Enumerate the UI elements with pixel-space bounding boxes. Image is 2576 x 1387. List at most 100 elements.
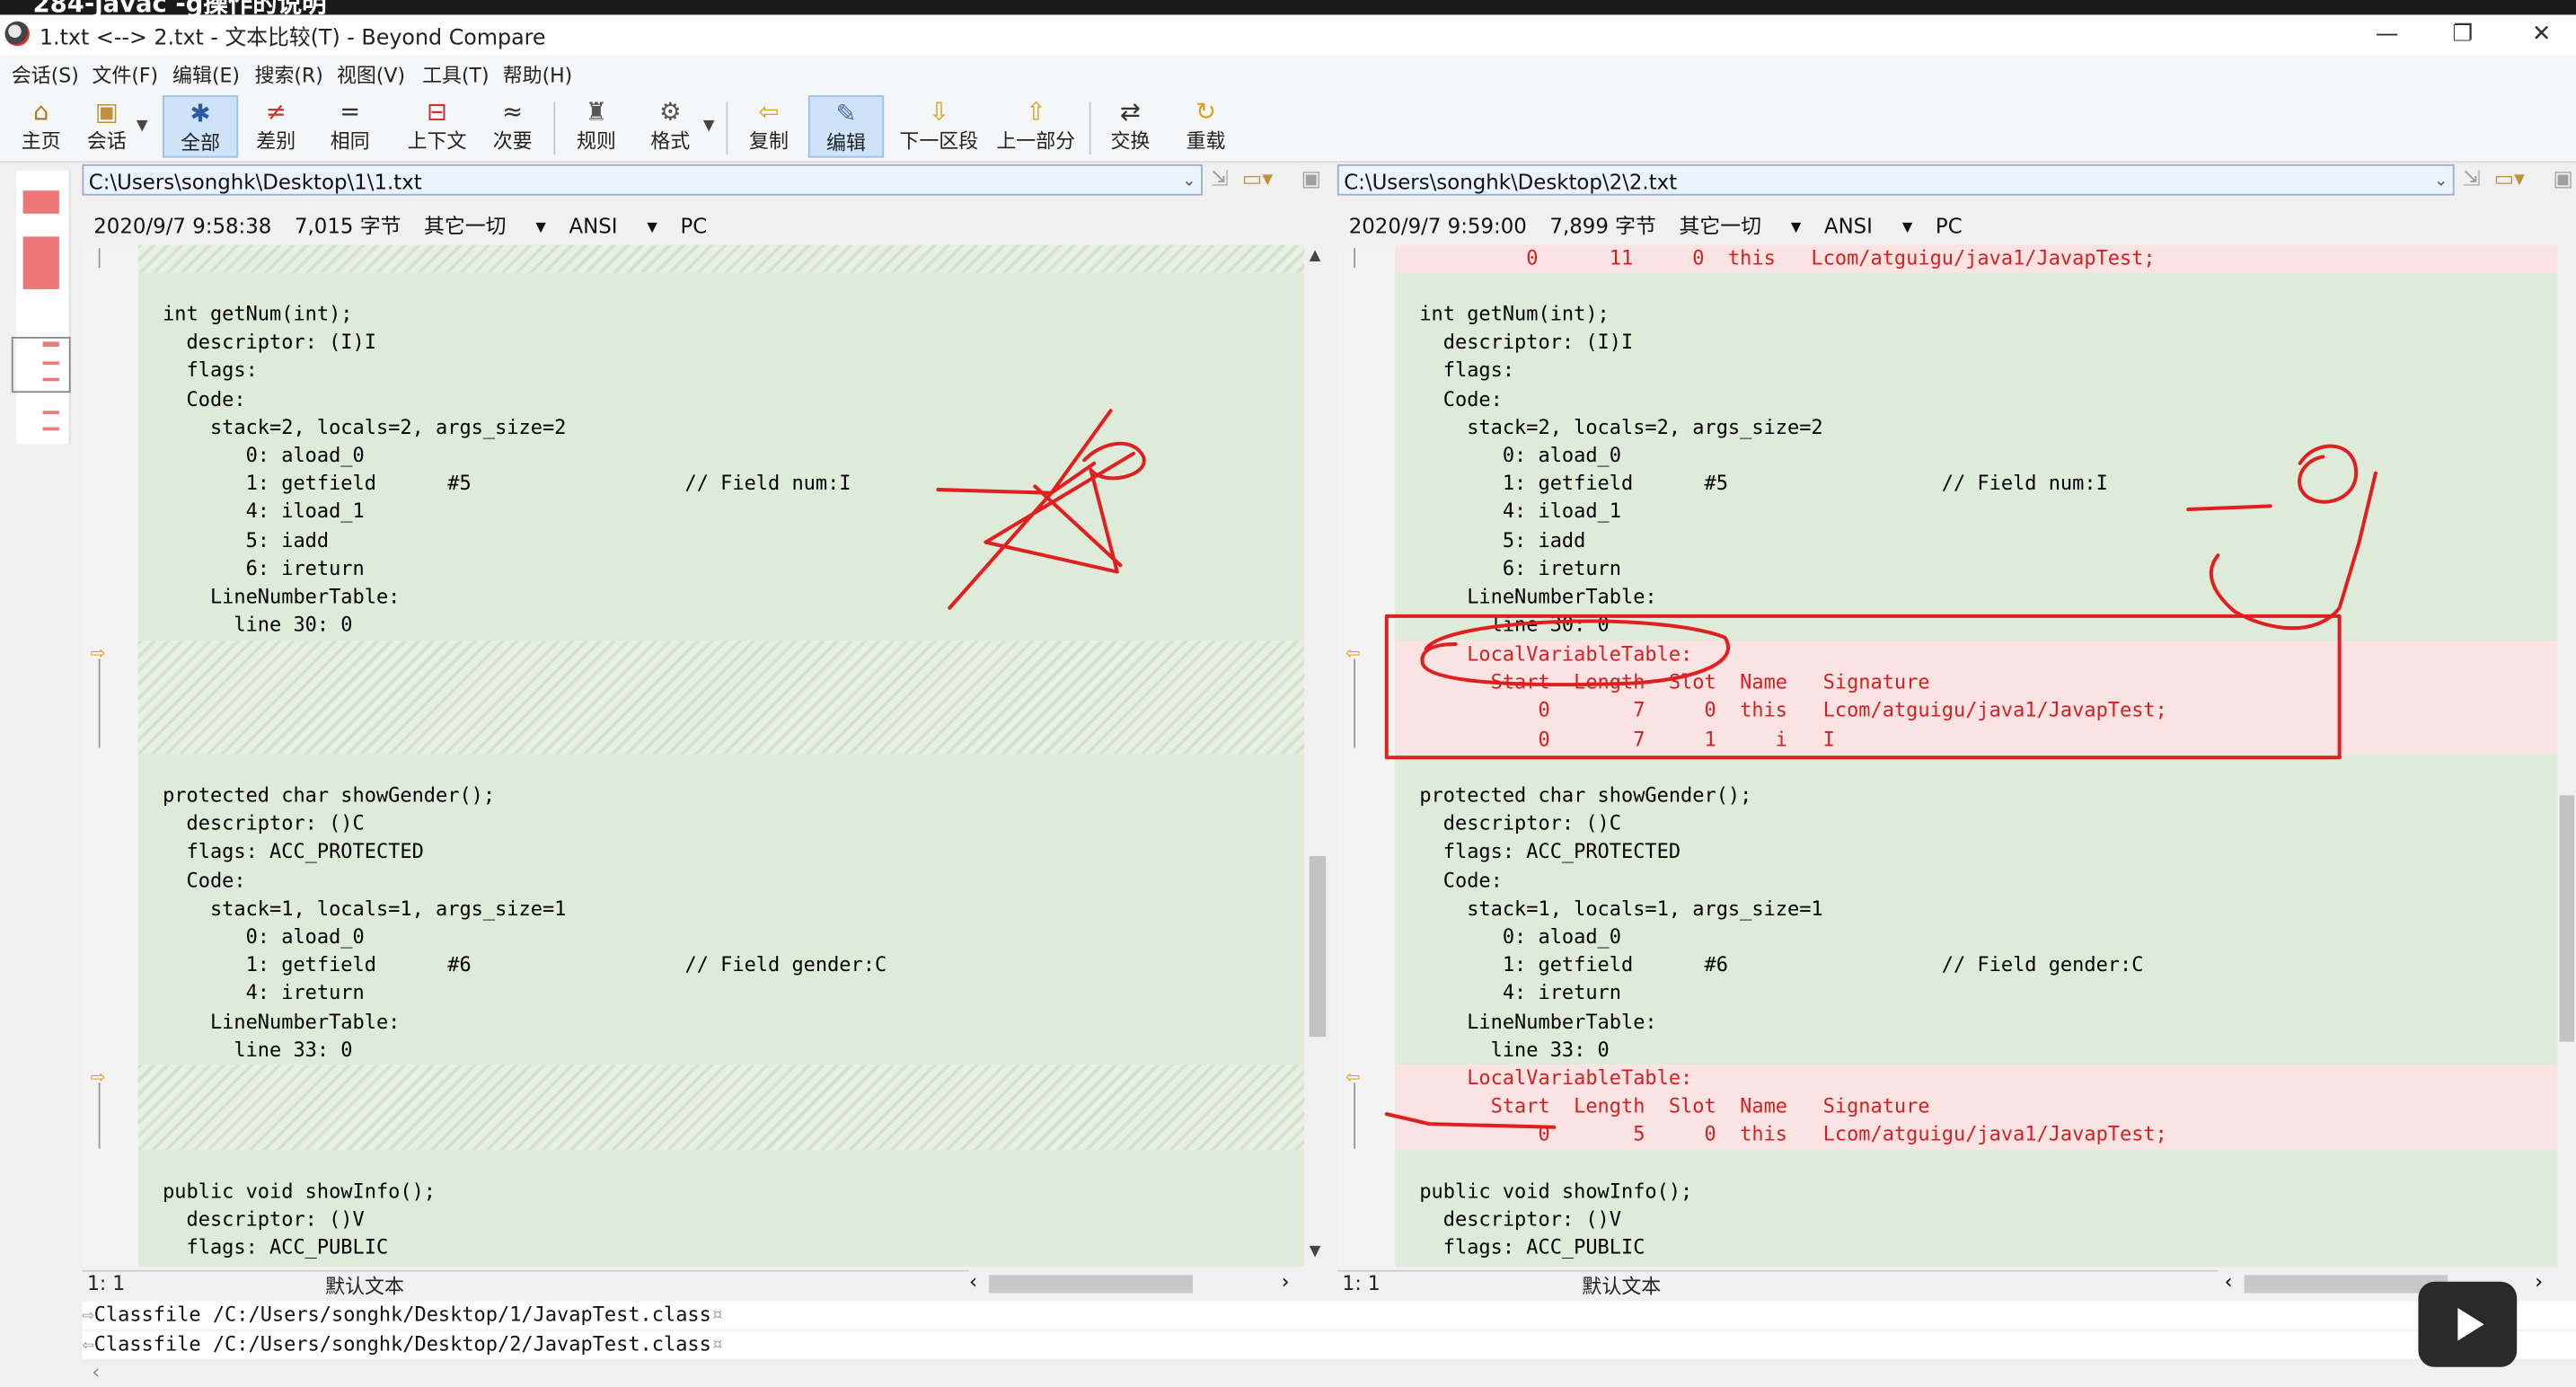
reload-button[interactable]: ↻ 重载: [1173, 95, 1239, 158]
toolbar: [0, 92, 2576, 163]
missing-line-block: [137, 244, 1305, 273]
code-line: Code:: [163, 868, 246, 892]
code-line: Code:: [163, 386, 246, 411]
copy-to-right-arrow-icon[interactable]: ⇨: [91, 642, 106, 664]
scroll-up-icon[interactable]: ▲: [1310, 248, 1321, 264]
pencil-icon: ✎: [835, 98, 857, 128]
minimize-button[interactable]: —: [2350, 16, 2425, 52]
right-showinfo-block: public void showInfo(); descriptor: ()V …: [1419, 1178, 1692, 1262]
format-dropdown-icon[interactable]: ▼: [703, 119, 715, 135]
session-button[interactable]: ▣ 会话: [75, 95, 138, 158]
left-encoding-select[interactable]: ANSI ▾: [569, 214, 657, 238]
right-save-icon[interactable]: ▣: [2553, 168, 2572, 192]
left-getnum-block: int getNum(int); descriptor: (I)I flags:…: [163, 301, 851, 640]
right-encoding-select[interactable]: ANSI ▾: [1824, 214, 1912, 238]
left-horizontal-scrollbar[interactable]: ‹ ›: [962, 1270, 1305, 1297]
code-line: 1: getfield #5 // Field num:I: [163, 472, 851, 495]
toolbar-separator: [553, 102, 556, 155]
code-line: stack=1, locals=1, args_size=1: [1419, 897, 1823, 920]
right-text-pane[interactable]: 0 11 0 this Lcom/atguigu/java1/JavapTest…: [1394, 244, 2558, 1268]
right-scroll-thumb[interactable]: [2559, 795, 2575, 1042]
menu-tools[interactable]: 工具(T): [422, 61, 489, 89]
copy-button[interactable]: ⇦ 复制: [736, 95, 801, 158]
left-save-to-other-icon[interactable]: ⇲: [1211, 168, 1229, 192]
left-status-bar: 1: 1 默认文本: [82, 1269, 970, 1300]
left-current-line[interactable]: ⇨Classfile /C:/Users/songhk/Desktop/1/Ja…: [82, 1301, 2576, 1330]
right-vertical-scrollbar[interactable]: [2557, 244, 2576, 1268]
code-line: descriptor: ()V: [163, 1207, 365, 1232]
scroll-left-icon[interactable]: ‹: [2225, 1270, 2233, 1294]
show-all-button[interactable]: ✱ 全部: [163, 95, 239, 158]
bottom-horizontal-scrollbar[interactable]: ‹: [82, 1360, 2576, 1387]
rules-button[interactable]: ♜ 规则: [563, 95, 629, 158]
code-line: 0 7 1 i I: [1419, 727, 1835, 751]
scroll-left-icon[interactable]: ‹: [969, 1270, 977, 1294]
left-size: 7,015 字节: [294, 213, 401, 239]
show-diffs-button[interactable]: ≠ 差别: [243, 95, 309, 158]
left-text-pane[interactable]: int getNum(int); descriptor: (I)I flags:…: [137, 244, 1305, 1268]
code-line: flags: ACC_PROTECTED: [163, 840, 424, 864]
code-line: public void showInfo();: [163, 1179, 437, 1203]
code-line: LineNumberTable:: [1419, 585, 1657, 608]
menu-view[interactable]: 视图(V): [337, 61, 405, 89]
home-button[interactable]: ⌂ 主页: [10, 95, 73, 158]
left-eol: PC: [680, 213, 708, 239]
code-line: 4: iload_1: [1419, 499, 1622, 524]
code-line: Start Length Slot Name Signature: [1419, 1094, 1930, 1118]
prev-section-button[interactable]: ⇧ 上一部分: [991, 95, 1081, 158]
left-hscroll-thumb[interactable]: [989, 1275, 1193, 1294]
left-filter-select[interactable]: 其它一切 ▾: [424, 214, 546, 238]
asterisk-icon: ✱: [190, 98, 211, 128]
copy-to-right-arrow-icon[interactable]: ⇨: [91, 1066, 106, 1088]
next-section-button[interactable]: ⇩ 下一区段: [894, 95, 984, 158]
code-line: 0: aload_0: [1419, 924, 1622, 949]
left-save-icon[interactable]: ▣: [1301, 168, 1321, 192]
show-same-button[interactable]: = 相同: [317, 95, 383, 158]
left-open-folder-icon[interactable]: ▭▾: [1242, 168, 1273, 192]
menu-file[interactable]: 文件(F): [92, 61, 158, 89]
code-line: 0: aload_0: [163, 443, 365, 467]
session-dropdown-icon[interactable]: ▼: [137, 119, 148, 135]
minor-button[interactable]: ≈ 次要: [480, 95, 545, 158]
left-path-input[interactable]: C:\Users\songhk\Desktop\1\1.txt ⌄: [82, 163, 1203, 196]
swap-button[interactable]: ⇄ 交换: [1098, 95, 1163, 158]
left-text-format: 默认文本: [325, 1275, 404, 1298]
right-localvariabletable-1: LocalVariableTable: Start Length Slot Na…: [1419, 640, 2167, 754]
code-line: flags: ACC_PUBLIC: [163, 1236, 389, 1259]
right-hscroll-thumb[interactable]: [2244, 1275, 2448, 1294]
edit-button[interactable]: ✎ 编辑: [807, 95, 885, 158]
menu-help[interactable]: 帮助(H): [503, 61, 573, 89]
context-button[interactable]: ⊟ 上下文: [402, 95, 472, 158]
code-line: 4: ireturn: [163, 981, 365, 1005]
equal-icon: =: [340, 96, 361, 127]
format-button[interactable]: ⚙ 格式: [638, 95, 703, 158]
scroll-right-icon[interactable]: ›: [1282, 1270, 1290, 1294]
diff-overview-thumbnail[interactable]: [11, 171, 71, 444]
menu-search[interactable]: 搜索(R): [255, 61, 323, 89]
code-line: protected char showGender();: [163, 783, 496, 808]
copy-to-left-arrow-icon[interactable]: ⇦: [1345, 1066, 1361, 1088]
left-vertical-scrollbar[interactable]: ▲ ▼: [1304, 244, 1331, 1268]
right-open-folder-icon[interactable]: ▭▾: [2494, 168, 2525, 192]
code-line: 0 5 0 this Lcom/atguigu/java1/JavapTest;: [1419, 1123, 2167, 1146]
right-path-input[interactable]: C:\Users\songhk\Desktop\2\2.txt ⌄: [1337, 163, 2455, 196]
menu-session[interactable]: 会话(S): [12, 61, 79, 89]
menu-edit[interactable]: 编辑(E): [172, 61, 240, 89]
left-scroll-thumb[interactable]: [1309, 855, 1327, 1038]
copy-to-left-arrow-icon[interactable]: ⇦: [1345, 642, 1361, 664]
right-current-line[interactable]: ⇦Classfile /C:/Users/songhk/Desktop/2/Ja…: [82, 1330, 2576, 1359]
scroll-right-icon[interactable]: ›: [2535, 1270, 2543, 1294]
right-save-to-other-icon[interactable]: ⇲: [2463, 168, 2481, 192]
down-arrow-icon: ⇩: [928, 96, 949, 127]
code-line: flags: ACC_PROTECTED: [1419, 840, 1681, 864]
up-arrow-icon: ⇧: [1025, 96, 1046, 127]
code-line: 5: iadd: [1419, 528, 1586, 552]
right-filter-select[interactable]: 其它一切 ▾: [1679, 214, 1801, 238]
maximize-button[interactable]: ❐: [2425, 16, 2501, 52]
close-button[interactable]: ✕: [2504, 16, 2576, 52]
swap-icon: ⇄: [1119, 96, 1141, 127]
scroll-down-icon[interactable]: ▼: [1310, 1244, 1321, 1260]
chevron-down-icon[interactable]: ⌄: [1182, 166, 1195, 194]
chevron-down-icon[interactable]: ⌄: [2434, 166, 2448, 194]
code-line: 0: aload_0: [1419, 443, 1622, 467]
